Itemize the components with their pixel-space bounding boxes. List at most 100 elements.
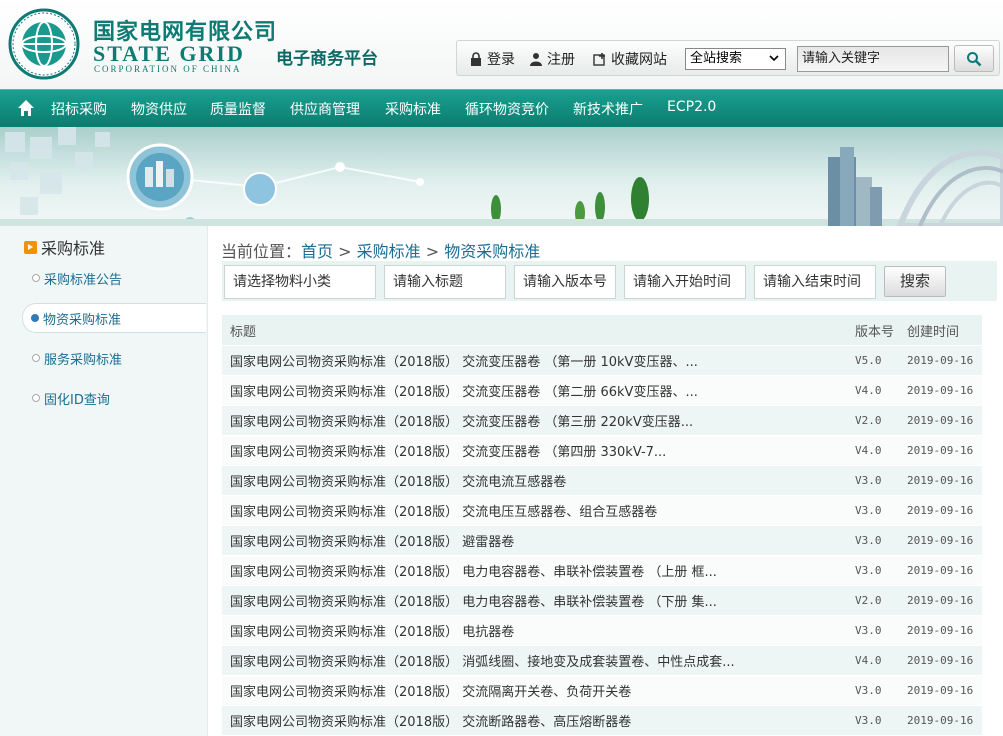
table-row[interactable]: 国家电网公司物资采购标准（2018版） 交流变压器卷 （第一册 10kV变压器、… — [222, 345, 982, 375]
row-version: V4.0 — [855, 654, 882, 667]
row-title-link[interactable]: 国家电网公司物资采购标准（2018版） 避雷器卷 — [222, 531, 855, 550]
breadcrumb: 当前位置：首页 > 采购标准 > 物资采购标准 — [221, 238, 540, 262]
category-select[interactable]: 请选择物料小类 — [224, 265, 376, 299]
home-icon[interactable] — [17, 99, 35, 117]
header-version: 版本号 — [855, 324, 895, 340]
sidebar-title: 采购标准 — [24, 235, 105, 259]
row-title-link[interactable]: 国家电网公司物资采购标准（2018版） 交流变压器卷 （第四册 330kV-7.… — [222, 441, 855, 460]
sidebar-item-service-standards[interactable]: 服务采购标准 — [24, 343, 208, 373]
row-created-date: 2019-09-16 — [907, 474, 974, 487]
breadcrumb-separator: > — [425, 242, 440, 261]
table-row[interactable]: 国家电网公司物资采购标准（2018版） 交流变压器卷 （第三册 220kV变压器… — [222, 405, 982, 435]
title-input[interactable]: 请输入标题 — [384, 265, 506, 299]
nav-item-supply[interactable]: 物资供应 — [131, 99, 187, 119]
sidebar-item-label: 固化ID查询 — [44, 392, 110, 408]
row-created-date: 2019-09-16 — [907, 684, 974, 697]
table-row[interactable]: 国家电网公司物资采购标准（2018版） 交流变压器卷 （第四册 330kV-7.… — [222, 435, 982, 465]
search-button[interactable] — [954, 45, 994, 72]
login-link[interactable]: 登录 — [469, 49, 515, 69]
sidebar-item-announcements[interactable]: 采购标准公告 — [24, 263, 208, 293]
row-created-date: 2019-09-16 — [907, 354, 974, 367]
register-label: 注册 — [547, 52, 575, 68]
version-input[interactable]: 请输入版本号 — [514, 265, 616, 299]
table-row[interactable]: 国家电网公司物资采购标准（2018版） 交流电流互感器卷 V3.0 2019-09-… — [222, 465, 982, 495]
state-grid-emblem-icon[interactable] — [8, 6, 80, 84]
banner-illustration — [0, 127, 1003, 226]
row-title-link[interactable]: 国家电网公司物资采购标准（2018版） 消弧线圈、接地变及成套装置卷、中性点成套… — [222, 651, 855, 670]
row-title-link[interactable]: 国家电网公司物资采购标准（2018版） 交流电流互感器卷 — [222, 471, 855, 490]
row-title-link[interactable]: 国家电网公司物资采购标准（2018版） 交流电压互感器卷、组合互感器卷 — [222, 501, 855, 520]
nav-item-ecp[interactable]: ECP2.0 — [667, 99, 716, 115]
search-icon — [967, 51, 982, 66]
radio-dot-icon — [32, 274, 40, 282]
sidebar: 采购标准 采购标准公告 物资采购标准 服务采购标准 固化ID查询 — [0, 226, 208, 736]
brand-name-en-sub: CORPORATION OF CHINA — [94, 64, 242, 74]
table-row[interactable]: 国家电网公司物资采购标准（2018版） 避雷器卷 V3.0 2019-09-16 — [222, 525, 982, 555]
row-created-date: 2019-09-16 — [907, 594, 974, 607]
row-title-link[interactable]: 国家电网公司物资采购标准（2018版） 电力电容器卷、串联补偿装置卷 （上册 框… — [222, 561, 855, 580]
nav-item-recycling[interactable]: 循环物资竞价 — [465, 99, 549, 119]
row-title-link[interactable]: 国家电网公司物资采购标准（2018版） 交流变压器卷 （第三册 220kV变压器… — [222, 411, 855, 430]
main-content: 当前位置：首页 > 采购标准 > 物资采购标准 请选择物料小类 请输入标题 请输… — [208, 226, 1003, 736]
table-row[interactable]: 国家电网公司物资采购标准（2018版） 交流断路器卷、高压熔断器卷 V3.0 201… — [222, 705, 982, 735]
nav-item-new-tech[interactable]: 新技术推广 — [573, 99, 643, 119]
main-nav: 招标采购 物资供应 质量监督 供应商管理 采购标准 循环物资竞价 新技术推广 E… — [0, 89, 1003, 127]
sidebar-item-id-query[interactable]: 固化ID查询 — [24, 383, 208, 413]
row-version: V2.0 — [855, 594, 882, 607]
row-title-link[interactable]: 国家电网公司物资采购标准（2018版） 交流隔离开关卷、负荷开关卷 — [222, 681, 855, 700]
breadcrumb-standards-link[interactable]: 采购标准 — [357, 242, 421, 261]
chevron-down-icon — [769, 55, 779, 62]
table-row[interactable]: 国家电网公司物资采购标准（2018版） 消弧线圈、接地变及成套装置卷、中性点成套… — [222, 645, 982, 675]
user-icon — [530, 53, 542, 66]
radio-dot-icon — [32, 394, 40, 402]
filter-search-button[interactable]: 搜索 — [884, 266, 946, 297]
row-created-date: 2019-09-16 — [907, 564, 974, 577]
table-row[interactable]: 国家电网公司物资采购标准（2018版） 交流变压器卷 （第二册 66kV变压器、… — [222, 375, 982, 405]
nav-item-bidding[interactable]: 招标采购 — [51, 99, 107, 119]
table-header: 标题 版本号 创建时间 — [222, 315, 982, 345]
row-title-link[interactable]: 国家电网公司物资采购标准（2018版） 交流变压器卷 （第二册 66kV变压器、… — [222, 381, 855, 400]
table-row[interactable]: 国家电网公司物资采购标准（2018版） 交流电压互感器卷、组合互感器卷 V3.0 2… — [222, 495, 982, 525]
nav-item-standards[interactable]: 采购标准 — [385, 99, 441, 119]
arrow-bullet-icon — [24, 240, 37, 254]
row-title-link[interactable]: 国家电网公司物资采购标准（2018版） 电力电容器卷、串联补偿装置卷 （下册 集… — [222, 591, 855, 610]
row-created-date: 2019-09-16 — [907, 504, 974, 517]
row-title-link[interactable]: 国家电网公司物资采购标准（2018版） 交流变压器卷 （第一册 10kV变压器、… — [222, 351, 855, 370]
row-created-date: 2019-09-16 — [907, 654, 974, 667]
favorite-link[interactable]: 收藏网站 — [593, 49, 667, 69]
table-row[interactable]: 国家电网公司物资采购标准（2018版） 电力电容器卷、串联补偿装置卷 （上册 框… — [222, 555, 982, 585]
platform-title: 电子商务平台 — [276, 49, 378, 69]
keyword-search-input[interactable]: 请输入关键字 — [797, 46, 949, 72]
table-row[interactable]: 国家电网公司物资采购标准（2018版） 交流隔离开关卷、负荷开关卷 V3.0 201… — [222, 675, 982, 705]
sidebar-title-label: 采购标准 — [41, 239, 106, 258]
start-time-input[interactable]: 请输入开始时间 — [624, 265, 746, 299]
row-title-link[interactable]: 国家电网公司物资采购标准（2018版） 电抗器卷 — [222, 621, 855, 640]
search-scope-select[interactable]: 全站搜索 — [685, 48, 786, 70]
add-bookmark-icon — [593, 53, 605, 66]
row-title-link[interactable]: 国家电网公司物资采购标准（2018版） 交流断路器卷、高压熔断器卷 — [222, 711, 855, 730]
standards-table: 标题 版本号 创建时间 国家电网公司物资采购标准（2018版） 交流变压器卷 （… — [222, 315, 982, 735]
row-version: V4.0 — [855, 444, 882, 457]
register-link[interactable]: 注册 — [529, 49, 575, 69]
sidebar-item-label: 物资采购标准 — [43, 312, 122, 328]
table-row[interactable]: 国家电网公司物资采购标准（2018版） 电抗器卷 V3.0 2019-09-16 — [222, 615, 982, 645]
row-created-date: 2019-09-16 — [907, 414, 974, 427]
banner-image — [0, 127, 1003, 226]
table-row[interactable]: 国家电网公司物资采购标准（2018版） 电力电容器卷、串联补偿装置卷 （下册 集… — [222, 585, 982, 615]
breadcrumb-home-link[interactable]: 首页 — [301, 242, 333, 261]
row-version: V3.0 — [855, 564, 882, 577]
row-created-date: 2019-09-16 — [907, 384, 974, 397]
site-header: 国家电网有限公司 STATE GRID CORPORATION OF CHINA… — [0, 0, 1003, 89]
filter-bar: 请选择物料小类 请输入标题 请输入版本号 请输入开始时间 请输入结束时间 搜索 — [222, 261, 997, 301]
lock-icon — [471, 52, 481, 66]
row-version: V3.0 — [855, 504, 882, 517]
nav-item-quality[interactable]: 质量监督 — [210, 99, 266, 119]
sidebar-item-material-standards[interactable]: 物资采购标准 — [22, 303, 206, 333]
login-label: 登录 — [487, 52, 515, 68]
row-version: V3.0 — [855, 534, 882, 547]
row-version: V3.0 — [855, 714, 882, 727]
nav-item-supplier[interactable]: 供应商管理 — [290, 99, 360, 119]
end-time-input[interactable]: 请输入结束时间 — [754, 265, 876, 299]
row-version: V5.0 — [855, 354, 882, 367]
breadcrumb-current[interactable]: 物资采购标准 — [444, 242, 540, 261]
